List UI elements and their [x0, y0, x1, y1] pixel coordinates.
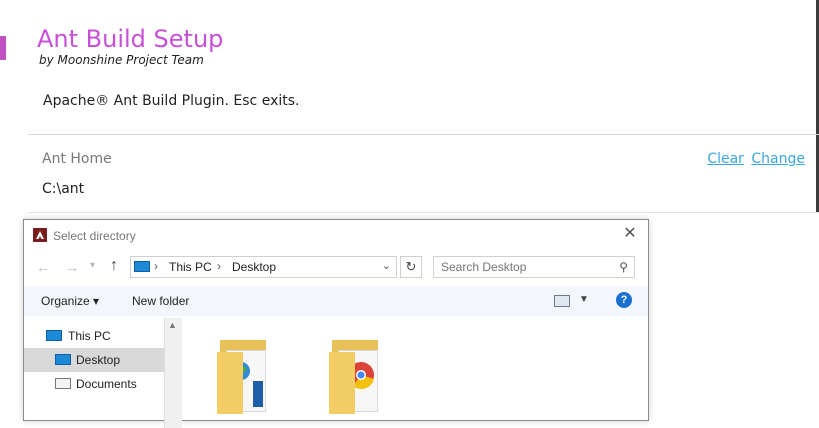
address-bar[interactable]: › This PC › Desktop ⌄ [130, 256, 397, 278]
search-box: ⚲ [433, 256, 635, 278]
search-icon[interactable]: ⚲ [619, 260, 628, 274]
ant-home-value: C:\ant [42, 181, 85, 197]
folder-web-icon[interactable] [214, 332, 278, 414]
folder-chrome-icon[interactable] [326, 332, 390, 414]
ant-home-actions: Clear Change [704, 151, 805, 167]
monitor-icon [46, 330, 62, 341]
forward-arrow-icon[interactable]: → [65, 259, 79, 275]
address-dropdown-icon[interactable]: ⌄ [382, 259, 391, 272]
dialog-title: Select directory [53, 229, 136, 243]
breadcrumb-this-pc[interactable]: This PC [169, 260, 212, 274]
close-icon[interactable]: ✕ [621, 225, 639, 243]
navigation-pane: This PC Desktop Documents [24, 318, 164, 428]
organize-button[interactable]: Organize ▾ [41, 294, 99, 308]
back-arrow-icon[interactable]: ← [36, 259, 50, 275]
ant-home-label: Ant Home [42, 151, 112, 167]
left-accent-bar [0, 36, 6, 60]
view-dropdown-icon[interactable]: ▼ [579, 294, 589, 305]
help-icon[interactable]: ? [616, 292, 632, 308]
page-byline: by Moonshine Project Team [39, 53, 204, 67]
page-title: Ant Build Setup [37, 25, 224, 53]
nav-item-documents[interactable]: Documents [24, 372, 164, 396]
nav-item-label: Documents [76, 377, 137, 391]
refresh-icon[interactable]: ↻ [400, 256, 422, 278]
documents-icon [55, 378, 71, 389]
dialog-titlebar[interactable]: Select directory ✕ [24, 220, 648, 250]
divider [28, 134, 819, 135]
nav-item-this-pc[interactable]: This PC [24, 324, 164, 348]
navigation-bar: ← → ▾ ↑ › This PC › Desktop ⌄ ↻ ⚲ [24, 254, 648, 280]
app-icon [33, 228, 47, 242]
recent-locations-icon[interactable]: ▾ [90, 260, 95, 271]
clear-link[interactable]: Clear [707, 151, 744, 167]
nav-pane-scrollbar[interactable]: ▲ [164, 318, 182, 428]
breadcrumb-desktop[interactable]: Desktop [232, 260, 276, 274]
new-folder-button[interactable]: New folder [132, 294, 189, 308]
breadcrumb-separator: › [154, 259, 158, 273]
nav-item-desktop[interactable]: Desktop [24, 348, 164, 372]
scroll-up-icon[interactable]: ▲ [168, 320, 177, 330]
command-bar: Organize ▾ New folder ▼ ? [24, 286, 648, 316]
nav-item-label: This PC [68, 329, 111, 343]
select-directory-dialog: Select directory ✕ ← → ▾ ↑ › This PC › D… [23, 219, 649, 428]
up-arrow-icon[interactable]: ↑ [110, 257, 118, 275]
change-link[interactable]: Change [751, 151, 805, 167]
nav-item-label: Desktop [76, 353, 121, 367]
breadcrumb-separator: › [217, 259, 221, 273]
page-description: Apache® Ant Build Plugin. Esc exits. [43, 93, 300, 109]
search-input[interactable] [434, 257, 613, 277]
view-options-icon[interactable] [554, 295, 570, 307]
this-pc-icon [134, 261, 150, 272]
desktop-icon [55, 354, 71, 365]
divider [28, 212, 819, 213]
